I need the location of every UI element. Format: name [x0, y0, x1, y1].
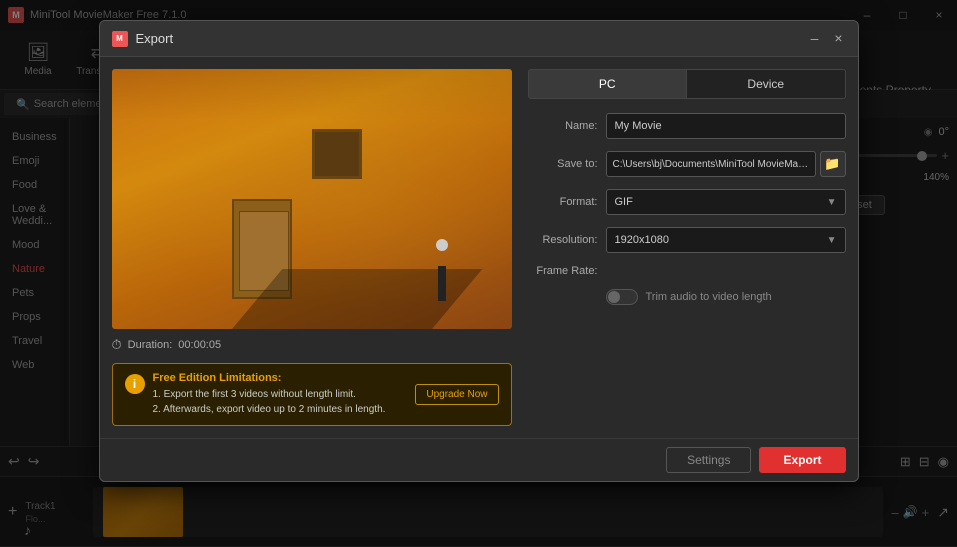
- resolution-value: 1920x1080: [615, 234, 669, 246]
- saveto-input[interactable]: [606, 151, 816, 177]
- settings-button[interactable]: Settings: [666, 447, 751, 473]
- resolution-chevron-icon: ▼: [827, 235, 837, 246]
- format-chevron-icon: ▼: [827, 197, 837, 208]
- duration-icon: ⏱: [112, 337, 122, 353]
- saveto-label: Save to:: [528, 158, 598, 170]
- toggle-knob: [608, 291, 620, 303]
- modal-icon: M: [112, 31, 128, 47]
- duration-label: Duration:: [128, 339, 173, 351]
- modal-overlay: M Export – ×: [0, 0, 957, 546]
- warning-box: i Free Edition Limitations: 1. Export th…: [112, 363, 512, 426]
- name-label: Name:: [528, 120, 598, 132]
- trim-label: Trim audio to video length: [646, 291, 772, 303]
- export-modal: M Export – ×: [99, 20, 859, 482]
- upgrade-now-btn[interactable]: Upgrade Now: [415, 384, 498, 405]
- trim-toggle-row: Trim audio to video length: [606, 289, 846, 305]
- modal-body: ⏱ Duration: 00:00:05 i Free Edition Limi…: [100, 57, 858, 438]
- modal-title: Export: [136, 31, 174, 46]
- trim-toggle[interactable]: [606, 289, 638, 305]
- resolution-row: Resolution: 1920x1080 ▼: [528, 227, 846, 253]
- modal-close-btn[interactable]: ×: [828, 27, 850, 49]
- name-row: Name:: [528, 113, 846, 139]
- modal-minimize-btn[interactable]: –: [804, 27, 826, 49]
- preview-duration: ⏱ Duration: 00:00:05: [112, 337, 512, 353]
- pc-device-tabs: PC Device: [528, 69, 846, 99]
- name-input[interactable]: [606, 113, 846, 139]
- wall-window: [312, 129, 362, 179]
- folder-browse-btn[interactable]: 📁: [820, 151, 846, 177]
- preview-section: ⏱ Duration: 00:00:05 i Free Edition Limi…: [112, 69, 512, 426]
- saveto-row: Save to: 📁: [528, 151, 846, 177]
- preview-image: [112, 69, 512, 329]
- modal-header: M Export – ×: [100, 21, 858, 57]
- warning-title: Free Edition Limitations:: [153, 372, 408, 384]
- settings-section: PC Device Name: Save to: 📁: [528, 69, 846, 426]
- warning-line1: 1. Export the first 3 videos without len…: [153, 387, 408, 402]
- pc-tab[interactable]: PC: [528, 69, 687, 99]
- format-row: Format: GIF ▼: [528, 189, 846, 215]
- resolution-label: Resolution:: [528, 234, 598, 246]
- format-value: GIF: [615, 196, 633, 208]
- modal-footer: Settings Export: [100, 438, 858, 481]
- person-body: [438, 266, 446, 301]
- walking-person: [432, 239, 452, 309]
- warning-content: Free Edition Limitations: 1. Export the …: [153, 372, 408, 417]
- format-label: Format:: [528, 196, 598, 208]
- resolution-select[interactable]: 1920x1080 ▼: [606, 227, 846, 253]
- person-head: [436, 239, 448, 251]
- framerate-label: Frame Rate:: [528, 265, 598, 277]
- framerate-row: Frame Rate:: [528, 265, 846, 277]
- device-tab[interactable]: Device: [686, 69, 846, 99]
- format-select[interactable]: GIF ▼: [606, 189, 846, 215]
- export-action-btn[interactable]: Export: [759, 447, 845, 473]
- warning-icon: i: [125, 374, 145, 394]
- duration-value: 00:00:05: [178, 339, 221, 351]
- warning-line2: 2. Afterwards, export video up to 2 minu…: [153, 402, 408, 417]
- path-row: 📁: [606, 151, 846, 177]
